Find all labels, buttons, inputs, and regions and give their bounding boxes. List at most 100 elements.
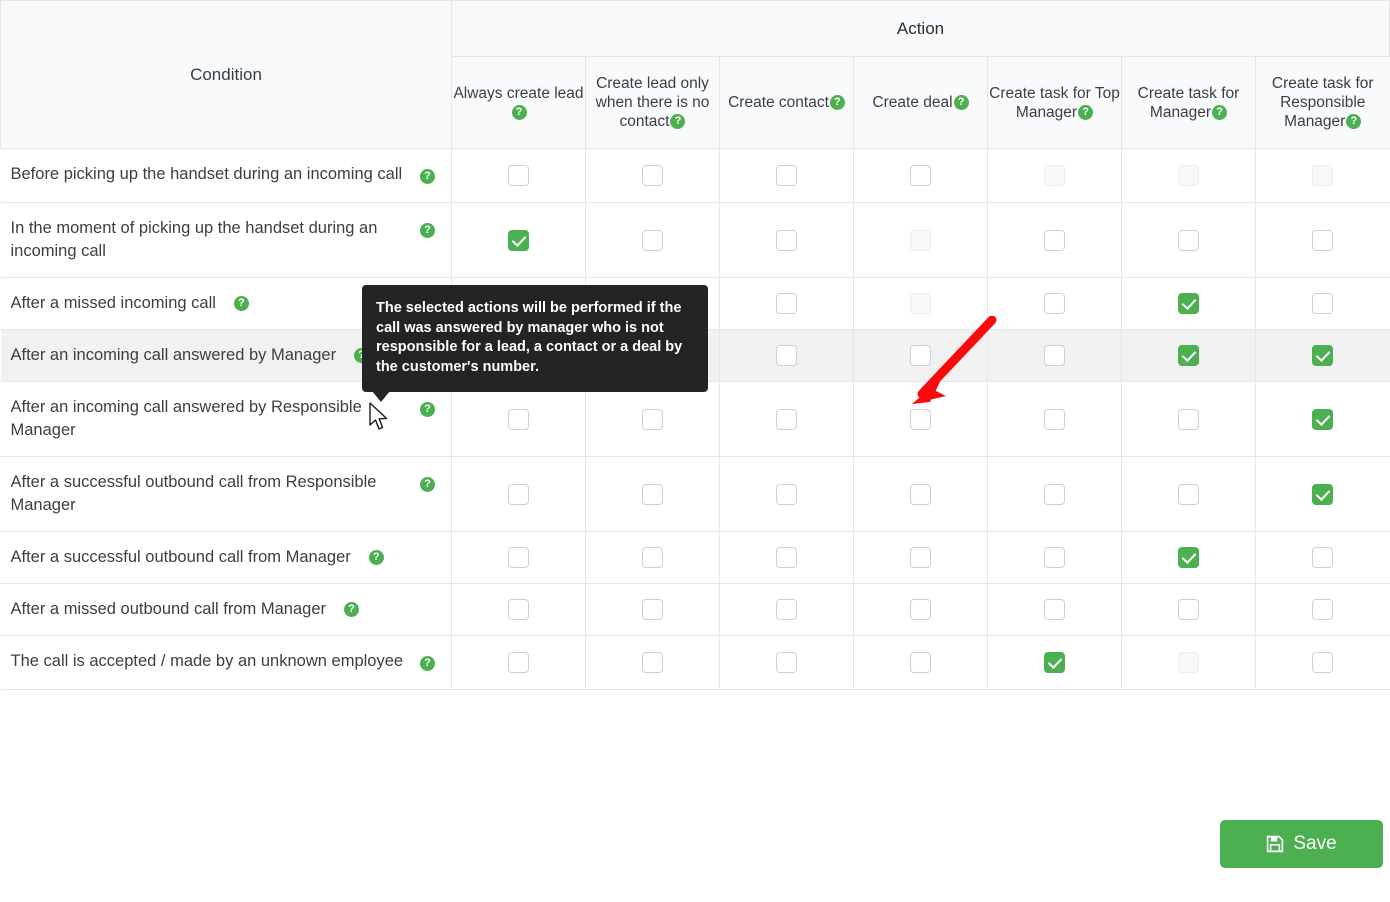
- checkbox-r6-c1[interactable]: [642, 547, 663, 568]
- condition-label: After a successful outbound call from Ma…: [10, 548, 351, 566]
- checkbox-r8-c0[interactable]: [508, 652, 529, 673]
- checkbox-r7-c1[interactable]: [642, 599, 663, 620]
- checkbox-r1-c0[interactable]: [508, 229, 529, 251]
- help-icon[interactable]: ?: [420, 223, 435, 238]
- checkbox-r1-c6[interactable]: [1312, 229, 1334, 251]
- matrix-cell: [987, 635, 1122, 690]
- checkbox-r8-c2[interactable]: [776, 652, 797, 673]
- save-button[interactable]: Save: [1220, 820, 1383, 868]
- checkbox-r3-c4[interactable]: [1044, 345, 1065, 366]
- checkbox-r5-c5[interactable]: [1178, 483, 1199, 505]
- checkbox-r5-c6[interactable]: [1312, 483, 1334, 505]
- checkbox-r4-c5[interactable]: [1178, 408, 1199, 430]
- checkbox-r1-c2[interactable]: [776, 229, 797, 251]
- matrix-cell: [1255, 148, 1390, 203]
- help-icon[interactable]: ?: [368, 550, 384, 565]
- checkbox-r8-c3[interactable]: [910, 652, 931, 673]
- help-icon[interactable]: ?: [233, 296, 249, 311]
- checkbox-r3-c5[interactable]: [1178, 345, 1199, 366]
- checkbox-r6-c6[interactable]: [1312, 547, 1334, 568]
- checkbox-r7-c5[interactable]: [1178, 599, 1199, 620]
- checkbox-r8-c4[interactable]: [1044, 652, 1065, 673]
- checkbox-r4-c1[interactable]: [642, 408, 663, 430]
- checkbox-r0-c0[interactable]: [508, 165, 529, 186]
- action-group-header: Action: [451, 0, 1390, 57]
- matrix-cell: [853, 202, 988, 278]
- matrix-cell: [585, 583, 720, 636]
- matrix-cell: [1255, 277, 1390, 330]
- matrix-cell: [451, 148, 586, 203]
- checkbox-r2-c4[interactable]: [1044, 293, 1065, 314]
- condition-label: In the moment of picking up the handset …: [10, 219, 378, 260]
- checkbox-r2-c6[interactable]: [1312, 293, 1334, 314]
- condition-cell-6: After a successful outbound call from Ma…: [0, 531, 452, 584]
- checkbox-r3-c2[interactable]: [776, 345, 797, 366]
- checkbox-r6-c0[interactable]: [508, 547, 529, 568]
- checkbox-r4-c4[interactable]: [1044, 408, 1065, 430]
- checkbox-r6-c2[interactable]: [776, 547, 797, 568]
- checkbox-r8-c1[interactable]: [642, 652, 663, 673]
- matrix-cell: [853, 583, 988, 636]
- checkbox-r3-c6[interactable]: [1312, 345, 1334, 366]
- checkbox-r4-c6[interactable]: [1312, 408, 1334, 430]
- help-icon[interactable]: ?: [420, 656, 435, 671]
- matrix-cell: [1255, 583, 1390, 636]
- help-icon[interactable]: ?: [344, 602, 359, 617]
- checkbox-r2-c5[interactable]: [1178, 293, 1199, 314]
- help-icon[interactable]: ?: [1212, 104, 1228, 120]
- matrix-cell: [719, 635, 854, 690]
- checkbox-r6-c4[interactable]: [1044, 547, 1065, 568]
- checkbox-r7-c0[interactable]: [508, 599, 529, 620]
- matrix-cell: [585, 202, 720, 278]
- help-icon[interactable]: ?: [953, 95, 969, 110]
- help-icon[interactable]: ?: [1078, 104, 1094, 120]
- matrix-cell: [719, 277, 854, 330]
- condition-cell-8: The call is accepted / made by an unknow…: [0, 635, 452, 690]
- checkbox-r7-c6[interactable]: [1312, 599, 1334, 620]
- checkbox-r1-c1[interactable]: [642, 229, 663, 251]
- help-icon[interactable]: ?: [420, 169, 435, 184]
- checkbox-r4-c0[interactable]: [508, 408, 529, 430]
- condition-cell-0: Before picking up the handset during an …: [0, 148, 452, 203]
- checkbox-r5-c2[interactable]: [776, 483, 797, 505]
- help-icon[interactable]: ?: [1346, 114, 1362, 129]
- checkbox-r0-c1[interactable]: [642, 165, 663, 186]
- checkbox-r7-c3[interactable]: [910, 599, 931, 620]
- checkbox-r1-c3: [910, 229, 931, 251]
- matrix-cell: [853, 148, 988, 203]
- checkbox-r5-c0[interactable]: [508, 483, 529, 505]
- checkbox-r1-c4[interactable]: [1044, 229, 1065, 251]
- checkbox-r4-c2[interactable]: [776, 408, 797, 430]
- matrix-cell: [853, 329, 988, 382]
- matrix-cell: [853, 531, 988, 584]
- checkbox-r2-c3: [910, 293, 931, 314]
- checkbox-r2-c2[interactable]: [776, 293, 797, 314]
- checkbox-r0-c5: [1178, 165, 1199, 186]
- checkbox-r6-c5[interactable]: [1178, 547, 1199, 568]
- condition-label: After an incoming call answered by Manag…: [10, 346, 337, 364]
- checkbox-r8-c6[interactable]: [1312, 652, 1334, 673]
- checkbox-r6-c3[interactable]: [910, 547, 931, 568]
- matrix-cell: [1255, 456, 1390, 532]
- form-footer: Save: [0, 820, 1390, 868]
- table-row: In the moment of picking up the handset …: [0, 202, 1390, 278]
- checkbox-r7-c4[interactable]: [1044, 599, 1065, 620]
- checkbox-r0-c2[interactable]: [776, 165, 797, 186]
- checkbox-r5-c3[interactable]: [910, 483, 931, 505]
- checkbox-r5-c1[interactable]: [642, 483, 663, 505]
- help-icon[interactable]: ?: [670, 114, 686, 129]
- table-row: The call is accepted / made by an unknow…: [0, 635, 1390, 690]
- help-icon[interactable]: ?: [420, 402, 435, 417]
- matrix-cell: [853, 381, 988, 457]
- condition-label: After an incoming call answered by Respo…: [10, 398, 362, 439]
- checkbox-r7-c2[interactable]: [776, 599, 797, 620]
- help-icon[interactable]: ?: [511, 104, 527, 120]
- checkbox-r4-c3[interactable]: [910, 408, 931, 430]
- checkbox-r1-c5[interactable]: [1178, 229, 1199, 251]
- checkbox-r5-c4[interactable]: [1044, 483, 1065, 505]
- help-icon[interactable]: ?: [829, 95, 845, 110]
- checkbox-r8-c5: [1178, 652, 1199, 673]
- checkbox-r3-c3[interactable]: [910, 345, 931, 366]
- checkbox-r0-c3[interactable]: [910, 165, 931, 186]
- help-icon[interactable]: ?: [420, 477, 435, 492]
